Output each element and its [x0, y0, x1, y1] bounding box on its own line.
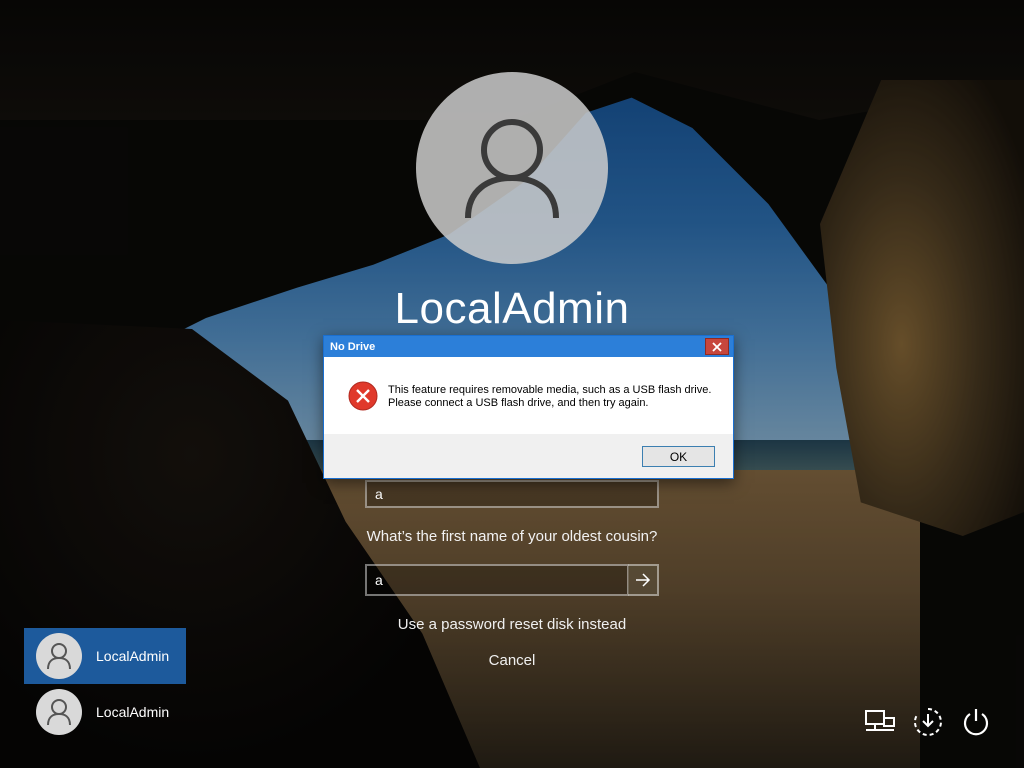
ok-button[interactable]: OK	[642, 446, 715, 467]
dialog-titlebar[interactable]: No Drive	[324, 336, 733, 357]
network-button[interactable]	[864, 706, 896, 738]
close-icon	[712, 341, 722, 352]
dialog-title: No Drive	[330, 340, 376, 353]
user-tile-label: LocalAdmin	[96, 648, 170, 664]
arrow-right-icon	[635, 573, 650, 587]
ease-of-access-button[interactable]	[912, 706, 944, 738]
user-silhouette-icon	[47, 699, 71, 726]
user-name-title: LocalAdmin	[394, 284, 630, 333]
security-answer-1-input[interactable]	[365, 480, 659, 508]
tile-avatar	[36, 633, 82, 679]
dialog-message-line-1: This feature requires removable media, s…	[388, 384, 712, 396]
error-icon	[348, 381, 378, 411]
submit-answer-button[interactable]	[628, 564, 659, 596]
no-drive-dialog: No Drive This feature requires removable…	[323, 335, 734, 479]
user-avatar	[416, 72, 608, 264]
power-button[interactable]	[960, 706, 992, 738]
user-tile-localadmin[interactable]: LocalAdmin	[24, 684, 186, 740]
dialog-message-line-2: Please connect a USB flash drive, and th…	[388, 397, 649, 409]
user-tile-localadmin-selected[interactable]: LocalAdmin	[24, 628, 186, 684]
user-silhouette-icon	[465, 119, 559, 219]
dialog-body: This feature requires removable media, s…	[324, 357, 733, 434]
security-question-2-label: What’s the first name of your oldest cou…	[366, 528, 658, 545]
tile-avatar	[36, 689, 82, 735]
user-tile-label: LocalAdmin	[96, 704, 170, 720]
dialog-footer: OK	[324, 434, 733, 478]
power-icon	[963, 709, 989, 736]
user-silhouette-icon	[47, 643, 71, 670]
network-icon	[865, 710, 895, 731]
ease-of-access-icon	[914, 708, 942, 736]
security-answer-2-input[interactable]	[365, 564, 629, 596]
dialog-close-button[interactable]	[705, 338, 729, 355]
dialog-message: This feature requires removable media, s…	[388, 384, 711, 410]
